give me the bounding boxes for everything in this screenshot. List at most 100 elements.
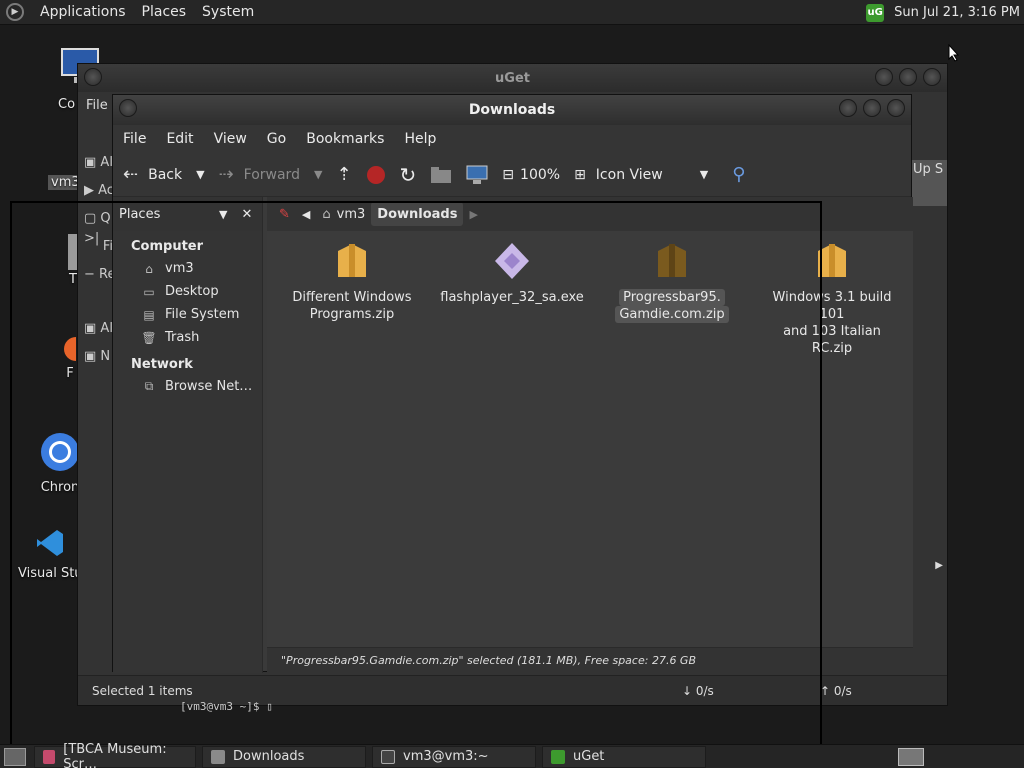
menu-go[interactable]: Go	[267, 131, 286, 147]
terminal-prompt: [vm3@vm3 ~]$ ▯	[180, 700, 273, 713]
uget-selected-count: Selected 1 items	[92, 683, 193, 698]
file-grid: Different Windows Programs.zip flashplay…	[267, 231, 913, 631]
stop-icon[interactable]	[366, 165, 386, 185]
breadcrumb-downloads[interactable]: Downloads	[371, 202, 464, 226]
top-menu: ▶ Applications Places System	[0, 0, 276, 25]
uget-category[interactable]: >| Fi	[78, 231, 113, 260]
places-header[interactable]: Places ▼ ✕	[113, 197, 262, 231]
task-terminal[interactable]: vm3@vm3:~	[372, 745, 536, 768]
search-icon[interactable]: ⚲	[732, 164, 745, 185]
trash-icon: 🗑	[141, 330, 157, 345]
network-icon: ⧉	[144, 379, 154, 393]
computer-icon[interactable]	[466, 165, 488, 185]
back-history-dropdown-icon[interactable]: ▼	[196, 168, 204, 181]
uget-menu-file[interactable]: File	[86, 98, 108, 113]
sidebar-item-trash[interactable]: 🗑 Trash	[113, 326, 262, 349]
uget-category[interactable]: ▶ Ac	[78, 176, 114, 204]
show-desktop-icon[interactable]	[4, 747, 26, 766]
home-folder-icon[interactable]	[430, 166, 452, 184]
uget-icon[interactable]: uG	[866, 3, 885, 22]
drive-icon: ▤	[143, 307, 155, 322]
zoom-level: 100%	[520, 166, 561, 183]
uget-category[interactable]: ▣ N	[78, 342, 113, 370]
uget-down-rate: ↓ 0/s	[682, 683, 714, 698]
uget-category[interactable]: ▢ Q	[78, 204, 113, 232]
uget-category[interactable]: ▣ Al	[78, 314, 113, 342]
file-item[interactable]: Different Windows Programs.zip	[277, 241, 427, 323]
close-button[interactable]	[887, 99, 905, 117]
downloads-titlebar[interactable]: Downloads	[113, 95, 911, 125]
reload-icon[interactable]: ↻	[400, 163, 417, 187]
menu-bookmarks[interactable]: Bookmarks	[306, 131, 384, 147]
section-computer: Computer	[131, 238, 204, 254]
archive-icon	[338, 244, 366, 277]
menu-system[interactable]: System	[202, 4, 254, 20]
task-uget[interactable]: uGet	[542, 745, 706, 768]
menu-view[interactable]: View	[214, 131, 247, 147]
terminal-icon	[381, 749, 395, 764]
file-item[interactable]: flashplayer_32_sa.exe	[437, 241, 587, 306]
home-folder-icon: ⌂	[322, 206, 331, 222]
back-button[interactable]: ⇠ Back	[123, 164, 182, 185]
sidebar-item-desktop[interactable]: ▭ Desktop	[113, 280, 262, 303]
maximize-button[interactable]	[899, 68, 917, 86]
edit-location-icon[interactable]: ✎	[273, 202, 296, 226]
desktop-icon-chrome[interactable]: Chron	[40, 432, 80, 495]
top-panel: ▶ Applications Places System uG Sun Jul …	[0, 0, 1024, 25]
file-item[interactable]: Progressbar95. Gamdie.com.zip	[597, 241, 747, 323]
uget-up-rate: ↑ 0/s	[820, 683, 852, 698]
zoom-out-icon[interactable]: ⊟	[502, 167, 514, 183]
menu-help[interactable]: Help	[404, 131, 436, 147]
file-item[interactable]: Windows 3.1 build 101 and 103 Italian RC…	[757, 241, 907, 357]
file-view: ✎ ◀ ⌂ vm3 Downloads ▶ Different Windows P…	[267, 197, 913, 673]
close-sidebar-icon[interactable]: ✕	[241, 207, 252, 222]
sidebar-item-vm3[interactable]: ⌂ vm3	[113, 257, 262, 280]
uget-column-header[interactable]: Up S	[911, 160, 947, 206]
task-downloads[interactable]: Downloads	[202, 745, 366, 768]
sidebar-item-browse-network[interactable]: ⧉ Browse Net…	[113, 375, 262, 398]
view-mode-select[interactable]: Icon View	[596, 167, 686, 183]
uget-category[interactable]: − Re	[78, 260, 115, 288]
window-menu-button[interactable]	[84, 68, 102, 86]
menu-places[interactable]: Places	[142, 4, 187, 20]
places-sidebar: Places ▼ ✕ Computer ⌂ vm3 ▭ Desktop ▤ File …	[113, 197, 263, 673]
clock[interactable]: Sun Jul 21, 3:16 PM	[894, 5, 1020, 20]
up-arrow-icon[interactable]: ⇡	[336, 164, 351, 185]
forward-button[interactable]: ⇢ Forward	[219, 164, 300, 185]
uget-category-list: ▣ Al ▶ Ac ▢ Q >| Fi − Re ▣ Al ▣ N	[78, 148, 115, 370]
scroll-right-arrow-icon[interactable]: ▶	[935, 560, 943, 571]
workspace-switcher-icon[interactable]	[898, 747, 924, 766]
desktop-folder-icon: ▭	[143, 284, 155, 299]
sidebar-item-filesystem[interactable]: ▤ File System	[113, 303, 262, 326]
desktop-icon-firefox[interactable]: F	[64, 332, 76, 381]
top-panel-tray: uG Sun Jul 21, 3:16 PM	[866, 0, 1020, 25]
executable-icon	[495, 243, 529, 279]
section-network: Network	[131, 356, 193, 372]
desktop-icon-vscode[interactable]: Visual Stu	[18, 528, 83, 581]
downloads-toolbar: ⇠ Back ▼ ⇢ Forward ▼ ⇡ ↻ ⊟ 100% ⊞ Icon V…	[113, 153, 911, 197]
maximize-button[interactable]	[863, 99, 881, 117]
back-arrow-icon: ⇠	[123, 164, 139, 185]
uget-icon	[551, 749, 565, 764]
menu-applications[interactable]: Applications	[40, 4, 126, 20]
archive-icon	[658, 244, 686, 277]
zoom-in-icon[interactable]: ⊞	[574, 167, 586, 183]
task-tbca-museum[interactable]: [TBCA Museum: Scr…	[34, 742, 196, 768]
breadcrumb-vm3[interactable]: ⌂ vm3	[316, 202, 371, 226]
menu-file[interactable]: File	[123, 131, 146, 147]
minimize-button[interactable]	[875, 68, 893, 86]
chevron-down-icon[interactable]: ▼	[700, 168, 708, 181]
forward-history-dropdown-icon[interactable]: ▼	[314, 168, 322, 181]
distro-logo-icon[interactable]: ▶	[6, 3, 24, 21]
uget-titlebar[interactable]: uGet	[78, 64, 947, 92]
breadcrumb-right-icon[interactable]: ▶	[463, 202, 483, 226]
minimize-button[interactable]	[839, 99, 857, 117]
menu-edit[interactable]: Edit	[166, 131, 193, 147]
close-button[interactable]	[923, 68, 941, 86]
downloads-window: Downloads File Edit View Go Bookmarks He…	[112, 94, 913, 673]
chevron-down-icon[interactable]: ▼	[219, 208, 227, 221]
uget-category[interactable]: ▣ Al	[78, 148, 113, 176]
folder-icon	[211, 749, 225, 764]
window-menu-button[interactable]	[119, 99, 137, 117]
breadcrumb-left-icon[interactable]: ◀	[296, 202, 316, 226]
